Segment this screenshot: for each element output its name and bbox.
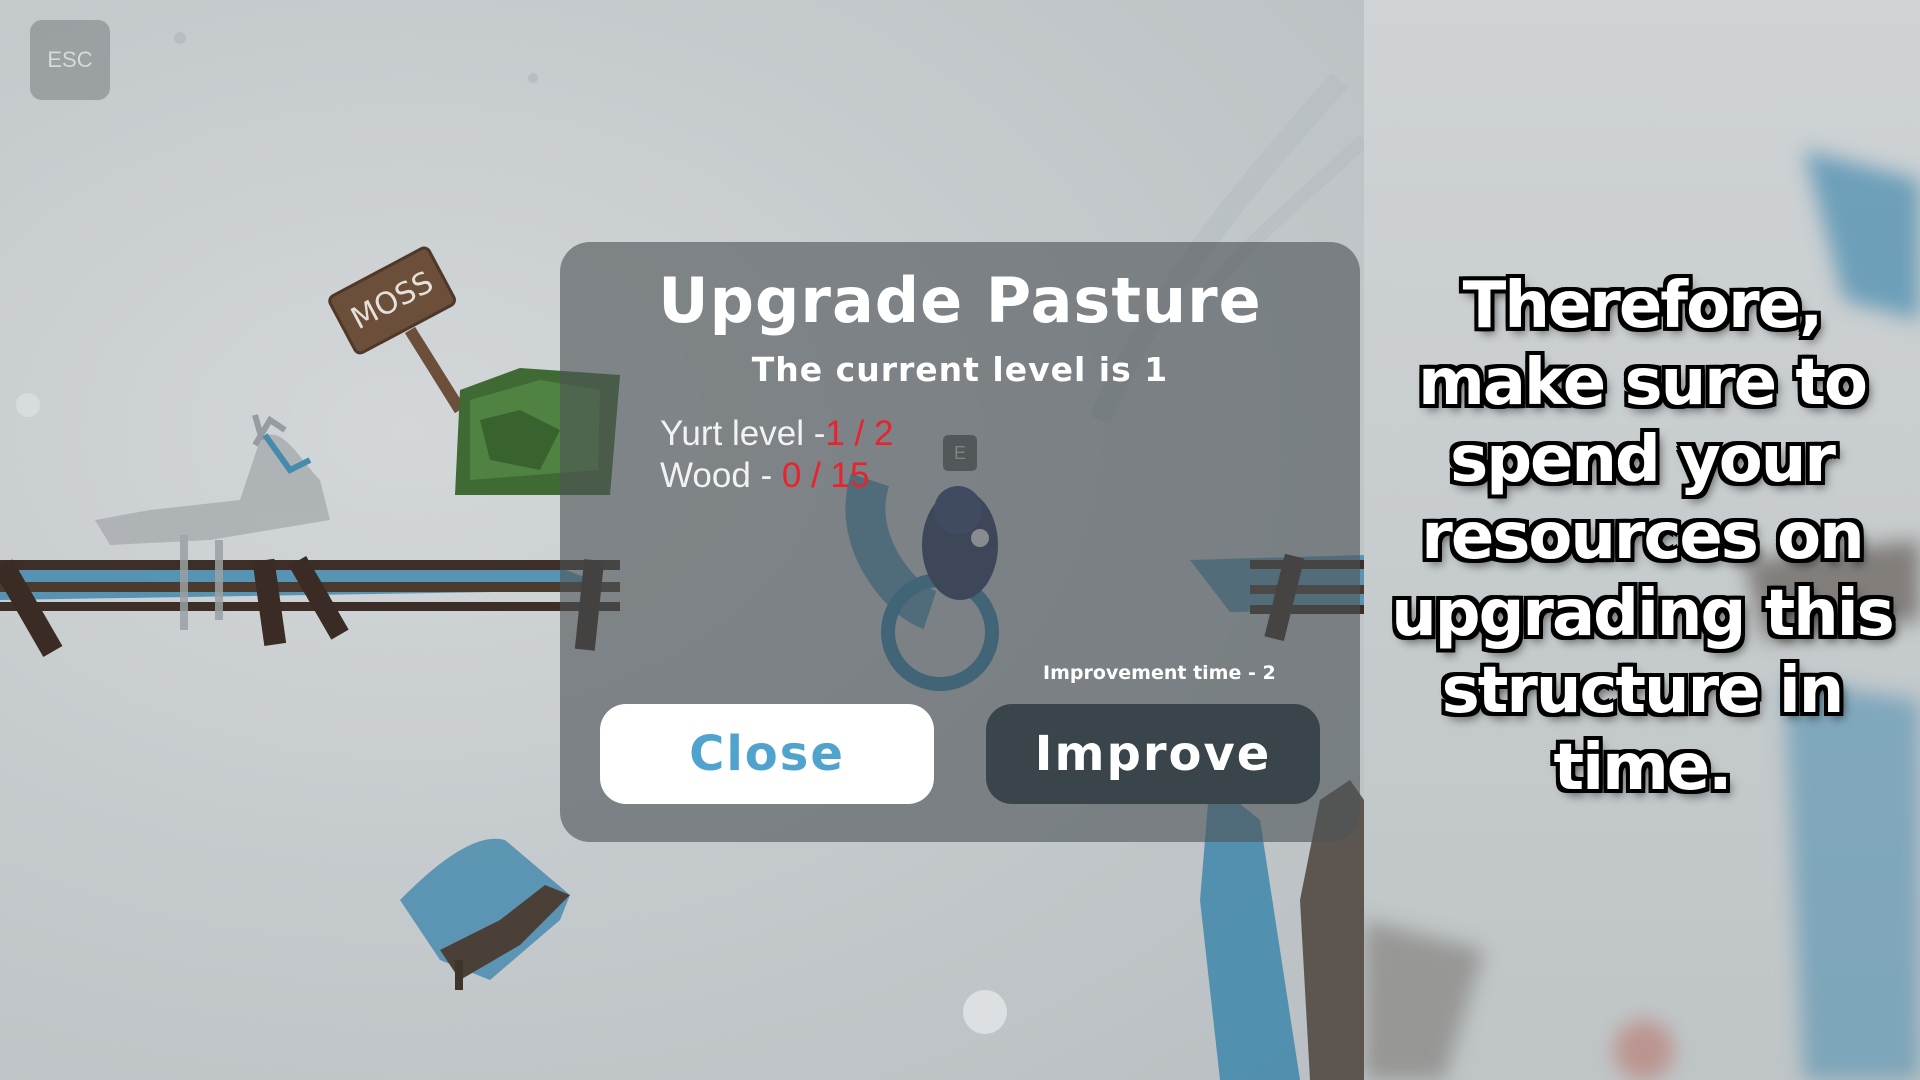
requirement-value: 0 / 15 <box>781 456 870 495</box>
improvement-time-text: Improvement time - 2 <box>1043 662 1276 684</box>
requirement-wood: Wood - 0 / 15 <box>660 456 869 496</box>
upgrade-dialog: Upgrade Pasture The current level is 1 Y… <box>560 242 1360 842</box>
dialog-title: Upgrade Pasture <box>658 264 1262 337</box>
requirement-yurt-level: Yurt level -1 / 2 <box>660 414 893 454</box>
current-level-text: The current level is 1 <box>751 350 1169 389</box>
tutorial-caption: Therefore, make sure to spend your resou… <box>1391 269 1895 805</box>
game-screen: MOSS Therefore, make sure to spend your … <box>0 0 1920 1080</box>
reindeer-brown <box>400 838 570 990</box>
improve-button[interactable]: Improve <box>986 704 1320 804</box>
fence-left <box>0 556 620 657</box>
close-button[interactable]: Close <box>600 704 934 804</box>
requirement-label: Yurt level - <box>660 414 826 453</box>
moss-sign: MOSS <box>328 246 456 355</box>
esc-button[interactable]: ESC <box>30 20 110 100</box>
requirement-label: Wood - <box>660 456 782 495</box>
requirement-value: 1 / 2 <box>825 414 894 453</box>
